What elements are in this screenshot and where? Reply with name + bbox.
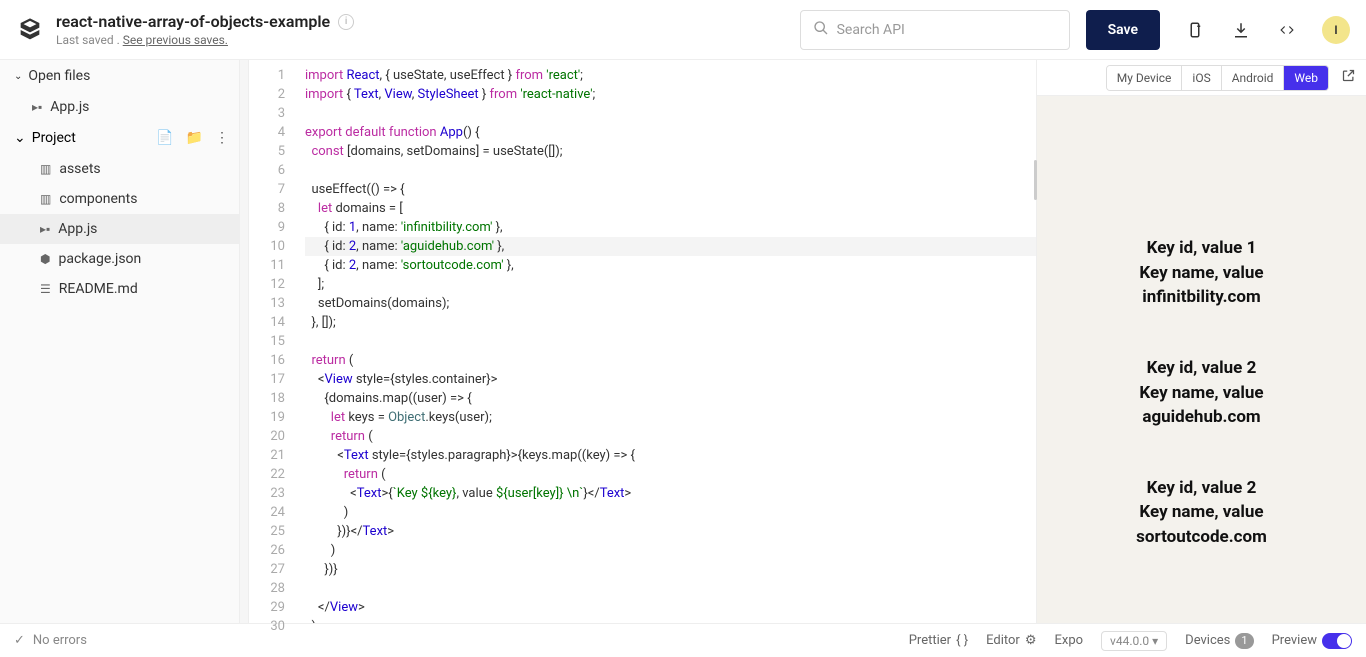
body: ⌄ Open files ▸▪ App.js ⌄ Project 📄 📁 ⋮ ▥… — [0, 60, 1366, 623]
preview-output-item: Key id, value 2Key name, valuesortoutcod… — [1136, 476, 1267, 550]
sidebar: ⌄ Open files ▸▪ App.js ⌄ Project 📄 📁 ⋮ ▥… — [0, 60, 240, 623]
file-tree-item[interactable]: ⬢package.json — [0, 244, 239, 274]
search-icon — [813, 20, 829, 40]
code-editor[interactable]: 1234567891011121314151617181920212223242… — [249, 60, 1036, 623]
download-icon[interactable] — [1230, 19, 1252, 41]
header: react-native-array-of-objects-example i … — [0, 0, 1366, 60]
platform-tab-web[interactable]: Web — [1284, 66, 1328, 90]
preview-body: Key id, value 1Key name, valueinfinitbil… — [1037, 96, 1366, 623]
open-file-item[interactable]: ▸▪ App.js — [0, 92, 239, 122]
open-files-header[interactable]: ⌄ Open files — [0, 60, 239, 92]
file-icon: ▥ — [40, 192, 51, 206]
saved-status: Last saved . See previous saves. — [56, 33, 354, 47]
preview-output-item: Key id, value 1Key name, valueinfinitbil… — [1139, 236, 1263, 310]
footer: ✓ No errors Prettier { } Editor ⚙ Expo v… — [0, 623, 1366, 657]
preview-tabs: My DeviceiOSAndroidWeb — [1037, 60, 1366, 96]
check-icon: ✓ — [14, 633, 25, 648]
errors-text: No errors — [33, 633, 87, 648]
preview-toggle[interactable]: Preview — [1272, 633, 1352, 649]
file-tree: ▥assets▥components▸▪App.js⬢package.json☰… — [0, 154, 239, 304]
braces-icon: { } — [956, 633, 968, 648]
version-selector[interactable]: v44.0.0 ▾ — [1101, 631, 1167, 651]
save-button[interactable]: Save — [1086, 10, 1160, 50]
new-file-icon[interactable]: 📄 — [156, 130, 173, 146]
title-area: react-native-array-of-objects-example i … — [56, 12, 354, 47]
preview-panel: My DeviceiOSAndroidWeb Key id, value 1Ke… — [1036, 60, 1366, 623]
platform-tabs: My DeviceiOSAndroidWeb — [1106, 65, 1329, 91]
search-box[interactable] — [800, 10, 1070, 50]
line-numbers: 1234567891011121314151617181920212223242… — [249, 60, 293, 623]
file-icon: ▥ — [40, 162, 51, 176]
external-link-icon[interactable] — [1341, 68, 1356, 87]
header-icons: I — [1184, 16, 1350, 44]
platform-tab-ios[interactable]: iOS — [1182, 66, 1221, 90]
info-icon[interactable]: i — [338, 14, 354, 30]
file-icon: ▸▪ — [40, 222, 50, 236]
platform-tab-my-device[interactable]: My Device — [1107, 66, 1183, 90]
toggle-switch[interactable] — [1322, 633, 1352, 649]
new-folder-icon[interactable]: 📁 — [186, 130, 203, 146]
more-icon[interactable]: ⋮ — [215, 130, 229, 146]
file-tree-item[interactable]: ▥assets — [0, 154, 239, 184]
devices-button[interactable]: Devices 1 — [1185, 633, 1253, 649]
file-icon: ☰ — [40, 282, 51, 296]
file-tree-item[interactable]: ☰README.md — [0, 274, 239, 304]
project-title: react-native-array-of-objects-example — [56, 12, 330, 31]
platform-tab-android[interactable]: Android — [1222, 66, 1285, 90]
device-icon[interactable] — [1184, 19, 1206, 41]
expo-label: Expo — [1054, 633, 1083, 648]
search-input[interactable] — [837, 22, 1057, 38]
prettier-button[interactable]: Prettier { } — [909, 633, 968, 648]
avatar[interactable]: I — [1322, 16, 1350, 44]
file-tree-item[interactable]: ▸▪App.js — [0, 214, 239, 244]
drag-handle[interactable] — [1034, 160, 1037, 200]
editor-settings-button[interactable]: Editor ⚙ — [986, 633, 1036, 648]
file-icon: ⬢ — [40, 252, 50, 266]
previous-saves-link[interactable]: See previous saves. — [123, 33, 228, 47]
chevron-down-icon: ⌄ — [14, 71, 22, 82]
expo-logo-icon — [16, 16, 44, 44]
code-content[interactable]: import React, { useState, useEffect } fr… — [293, 60, 1036, 623]
chevron-down-icon: ⌄ — [14, 130, 26, 146]
file-tree-item[interactable]: ▥components — [0, 184, 239, 214]
project-header[interactable]: ⌄ Project 📄 📁 ⋮ — [0, 122, 239, 154]
preview-output-item: Key id, value 2Key name, valueaguidehub.… — [1139, 356, 1263, 430]
gutter-strip — [240, 60, 249, 623]
gear-icon: ⚙ — [1025, 633, 1037, 648]
js-file-icon: ▸▪ — [32, 100, 42, 114]
embed-icon[interactable] — [1276, 19, 1298, 41]
